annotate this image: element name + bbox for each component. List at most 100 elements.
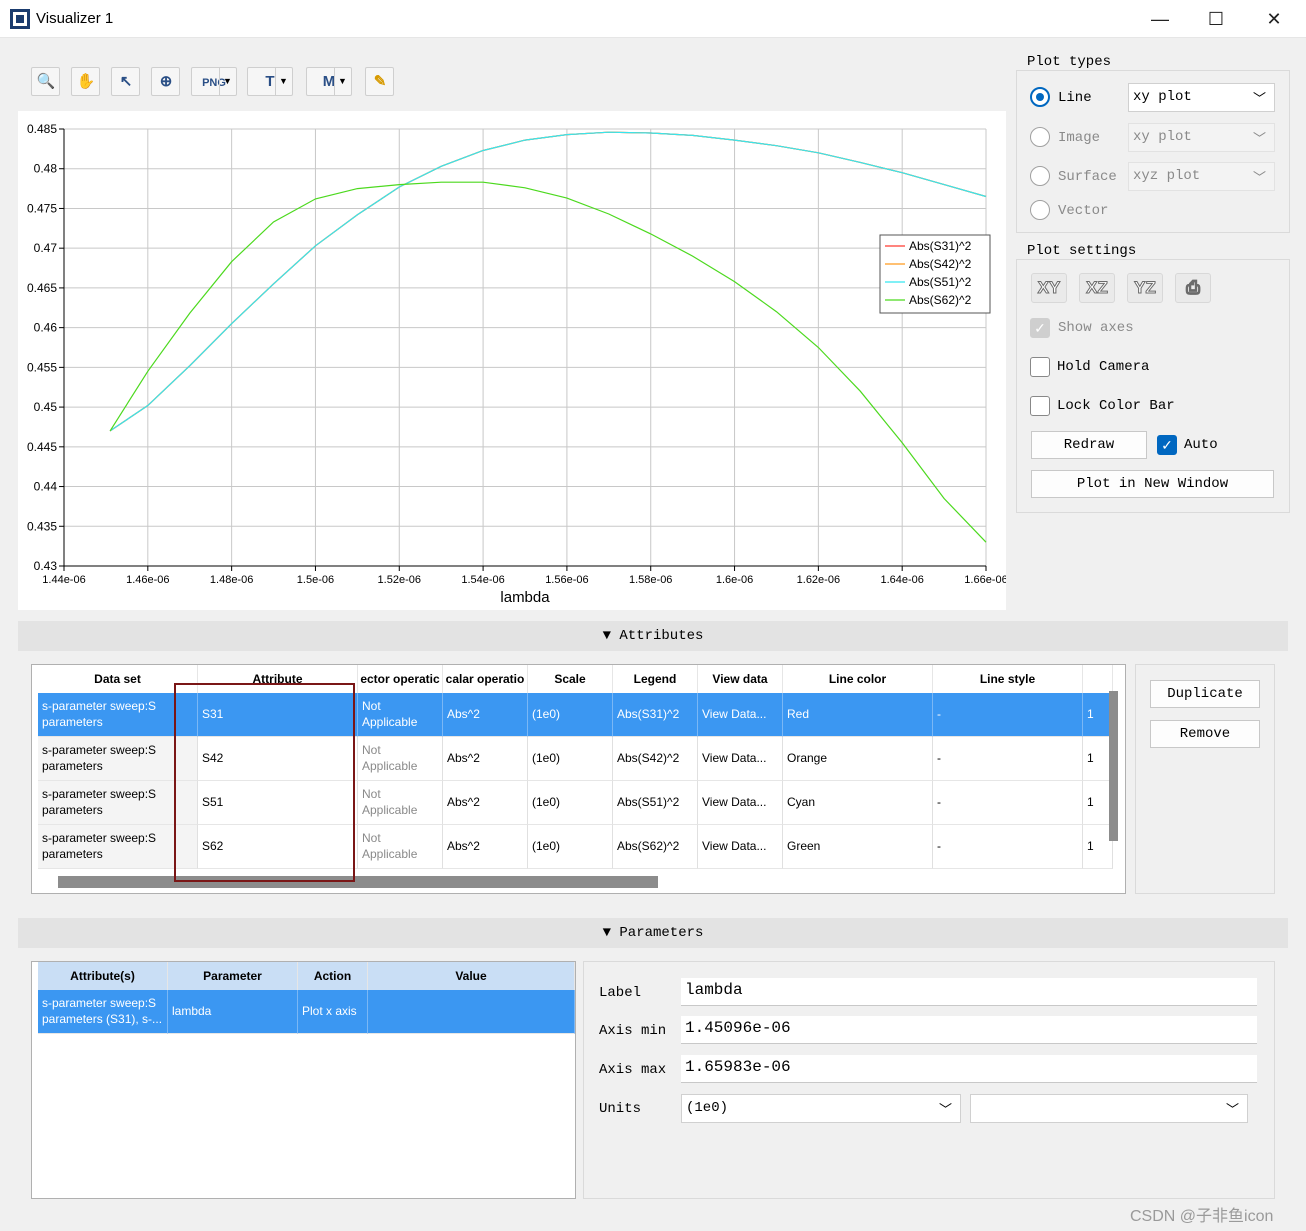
- attributes-column-header[interactable]: Legend: [613, 665, 698, 693]
- attributes-column-header[interactable]: [1083, 665, 1113, 693]
- lock-color-bar-checkbox[interactable]: [1030, 396, 1050, 416]
- attributes-cell-scalar-op[interactable]: Abs^2: [443, 693, 528, 737]
- attributes-cell-view[interactable]: View Data...: [698, 693, 783, 737]
- parameters-cell-param[interactable]: lambda: [168, 990, 298, 1034]
- axis-max-input[interactable]: 1.65983e-06: [681, 1055, 1257, 1083]
- zoom-tool-button[interactable]: 🔍: [31, 67, 60, 96]
- plot-type-radio-image[interactable]: [1030, 127, 1050, 147]
- pan-tool-button[interactable]: ✋: [71, 67, 100, 96]
- redraw-button[interactable]: Redraw: [1031, 431, 1147, 459]
- attributes-cell-scale[interactable]: (1e0): [528, 737, 613, 781]
- auto-checkbox[interactable]: ✓: [1157, 435, 1177, 455]
- parameters-cell-action[interactable]: Plot x axis: [298, 990, 368, 1034]
- duplicate-button[interactable]: Duplicate: [1150, 680, 1260, 708]
- hold-camera-checkbox[interactable]: [1030, 357, 1050, 377]
- attributes-cell-legend[interactable]: Abs(S51)^2: [613, 781, 698, 825]
- close-button[interactable]: ✕: [1251, 6, 1297, 32]
- minimize-button[interactable]: —: [1137, 6, 1183, 32]
- attributes-cell-style[interactable]: -: [933, 781, 1083, 825]
- plot-type-select-line[interactable]: xy plot ﹀: [1128, 83, 1275, 112]
- edit-button[interactable]: ✎: [365, 67, 394, 96]
- dropdown-arrow-icon[interactable]: ▼: [219, 68, 235, 95]
- attributes-cell-scalar-op[interactable]: Abs^2: [443, 825, 528, 869]
- attributes-column-header[interactable]: Line color: [783, 665, 933, 693]
- attributes-cell-legend[interactable]: Abs(S62)^2: [613, 825, 698, 869]
- attributes-cell-view[interactable]: View Data...: [698, 737, 783, 781]
- legend-entry: Abs(S62)^2: [909, 293, 972, 307]
- plot-type-select-surface[interactable]: xyz plot ﹀: [1128, 162, 1275, 191]
- y-tick-label: 0.47: [34, 241, 58, 255]
- attributes-cell-view[interactable]: View Data...: [698, 781, 783, 825]
- horizontal-scrollbar[interactable]: [58, 876, 658, 888]
- view-xy-button[interactable]: XY: [1031, 273, 1067, 303]
- attributes-cell-style[interactable]: -: [933, 693, 1083, 737]
- dropdown-arrow-icon[interactable]: ▼: [334, 68, 350, 95]
- view-lock-button[interactable]: ⎙: [1175, 273, 1211, 303]
- y-tick-label: 0.465: [27, 281, 57, 295]
- view-xz-button[interactable]: XZ: [1079, 273, 1115, 303]
- attributes-cell-vector-op[interactable]: Not Applicable: [358, 737, 443, 781]
- line-chart[interactable]: 1.44e-06 1.46e-06 1.48e-06 1.5e-06 1.52e-06 1…: [18, 111, 1008, 610]
- attributes-cell-scalar-op[interactable]: Abs^2: [443, 781, 528, 825]
- parameters-table[interactable]: Attribute(s) Parameter Action Value s-parame…: [31, 961, 576, 1199]
- marker-button[interactable]: M ▼: [306, 67, 352, 96]
- app-icon: [10, 9, 30, 29]
- parameters-cell-attrs[interactable]: s-parameter sweep:S parameters (S31), s-…: [38, 990, 168, 1034]
- attributes-cell-vector-op[interactable]: Not Applicable: [358, 825, 443, 869]
- plot-type-select-image[interactable]: xy plot ﹀: [1128, 123, 1275, 152]
- window-title: Visualizer 1: [36, 10, 114, 27]
- x-tick-label: 1.5e-06: [297, 574, 334, 586]
- text-annotation-button[interactable]: T ▼: [247, 67, 293, 96]
- plot-type-radio-surface[interactable]: [1030, 166, 1050, 186]
- attributes-cell-style[interactable]: -: [933, 825, 1083, 869]
- parameters-column-header[interactable]: Action: [298, 962, 368, 990]
- attributes-cell-view[interactable]: View Data...: [698, 825, 783, 869]
- attributes-cell-legend[interactable]: Abs(S42)^2: [613, 737, 698, 781]
- dropdown-arrow-icon[interactable]: ▼: [275, 68, 291, 95]
- attributes-column-header[interactable]: calar operatio: [443, 665, 528, 693]
- parameters-column-header[interactable]: Value: [368, 962, 575, 990]
- plot-type-radio-line[interactable]: [1030, 87, 1050, 107]
- plot-area[interactable]: 1.44e-06 1.46e-06 1.48e-06 1.5e-06 1.52e-06 1…: [18, 111, 1008, 610]
- attributes-cell-color[interactable]: Red: [783, 693, 933, 737]
- attributes-cell-vector-op[interactable]: Not Applicable: [358, 781, 443, 825]
- parameters-column-header[interactable]: Attribute(s): [38, 962, 168, 990]
- attributes-cell-scalar-op[interactable]: Abs^2: [443, 737, 528, 781]
- attributes-cell-vector-op[interactable]: Not Applicable: [358, 693, 443, 737]
- attributes-column-header[interactable]: View data: [698, 665, 783, 693]
- attributes-column-header[interactable]: ector operatic: [358, 665, 443, 693]
- parameters-header[interactable]: ▼ Parameters: [18, 918, 1288, 948]
- attributes-cell-scale[interactable]: (1e0): [528, 825, 613, 869]
- plot-type-radio-vector[interactable]: [1030, 200, 1050, 220]
- attributes-header[interactable]: ▼ Attributes: [18, 621, 1288, 651]
- vertical-scrollbar[interactable]: [1109, 691, 1118, 841]
- attributes-cell-scale[interactable]: (1e0): [528, 693, 613, 737]
- plot-new-window-button[interactable]: Plot in New Window: [1031, 470, 1274, 498]
- attributes-cell-text: Not Applicable: [362, 699, 418, 729]
- attributes-cell-style[interactable]: -: [933, 737, 1083, 781]
- label-input[interactable]: lambda: [681, 978, 1257, 1006]
- attributes-column-header[interactable]: Scale: [528, 665, 613, 693]
- plot-types-title: Plot types: [1025, 54, 1114, 70]
- attributes-cell-legend[interactable]: Abs(S31)^2: [613, 693, 698, 737]
- select-tool-button[interactable]: ↖: [111, 67, 140, 96]
- attributes-cell-color[interactable]: Green: [783, 825, 933, 869]
- show-axes-label: Show axes: [1058, 320, 1134, 336]
- attributes-cell-text: Abs(S31)^2: [617, 707, 680, 721]
- view-yz-button[interactable]: YZ: [1127, 273, 1163, 303]
- maximize-button[interactable]: ☐: [1193, 6, 1239, 32]
- axis-min-input[interactable]: 1.45096e-06: [681, 1016, 1257, 1044]
- parameters-column-header[interactable]: Parameter: [168, 962, 298, 990]
- remove-button[interactable]: Remove: [1150, 720, 1260, 748]
- units-secondary-select[interactable]: ﹀: [970, 1094, 1248, 1123]
- attributes-cell-scale[interactable]: (1e0): [528, 781, 613, 825]
- parameters-cell-value[interactable]: [368, 990, 575, 1034]
- units-select[interactable]: (1e0) ﹀: [681, 1094, 961, 1123]
- zoom-extents-button[interactable]: ⊕: [151, 67, 180, 96]
- attributes-cell-color[interactable]: Cyan: [783, 781, 933, 825]
- show-axes-checkbox[interactable]: ✓: [1030, 318, 1050, 338]
- attributes-cell-color[interactable]: Orange: [783, 737, 933, 781]
- attributes-column-header[interactable]: Line style: [933, 665, 1083, 693]
- export-png-button[interactable]: PNG ▼: [191, 67, 237, 96]
- x-tick-label: 1.66e-06: [964, 574, 1006, 586]
